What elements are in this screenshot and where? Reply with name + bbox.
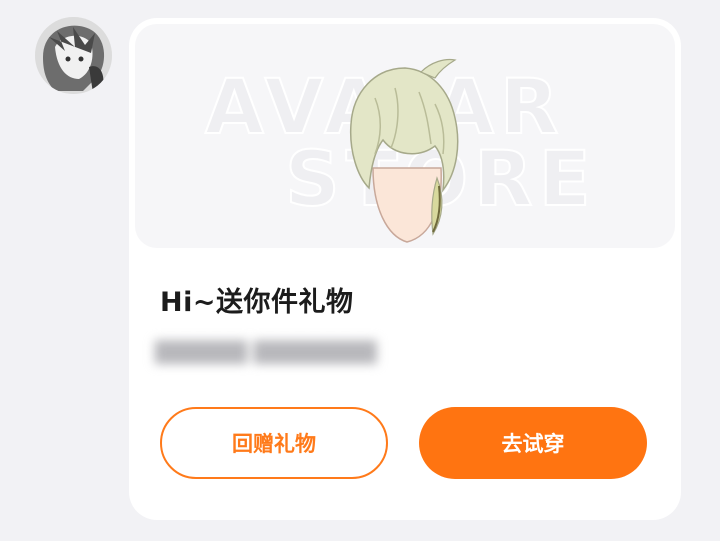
gift-message-title: Hi~送你件礼物 (160, 287, 354, 318)
gift-card: AVATAR STORE Hi~送你件礼物 ██████ ████████ 回赠… (129, 18, 681, 520)
sender-avatar[interactable] (35, 17, 112, 94)
gift-message-subtitle: ██████ ████████ (155, 340, 377, 364)
try-on-button[interactable]: 去试穿 (419, 407, 647, 479)
gift-banner: AVATAR STORE (135, 24, 675, 248)
avatar-portrait-image (35, 17, 112, 94)
return-gift-button[interactable]: 回赠礼物 (160, 407, 388, 479)
hairstyle-preview-image (349, 58, 459, 243)
